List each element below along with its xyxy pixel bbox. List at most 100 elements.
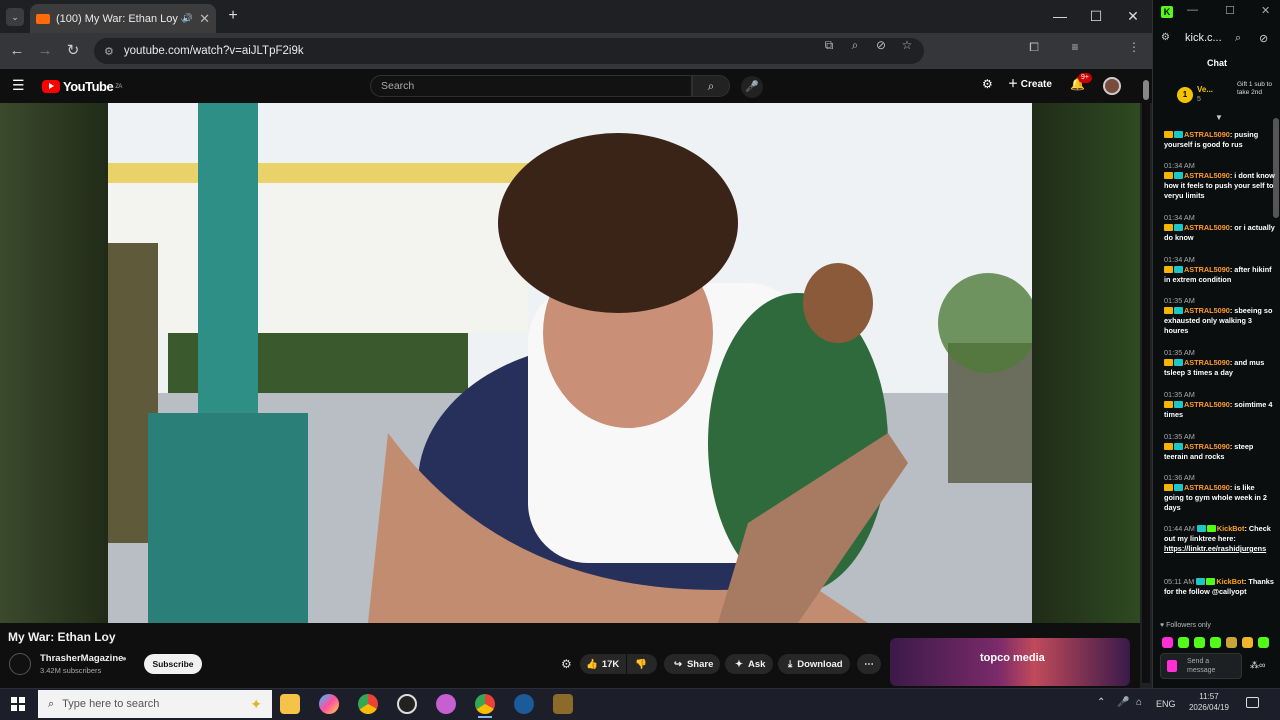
notification-center-icon[interactable] [1246,697,1259,708]
browser-tab-active[interactable]: (100) My War: Ethan Loy - YouTube 🔊 ✕ [30,4,216,33]
video-player[interactable] [108,103,1032,623]
taskbar-search-placeholder: Type here to search [62,698,160,710]
emote-icon-1[interactable] [1162,637,1173,648]
scrollbar-thumb[interactable] [1143,80,1149,100]
kick-settings-icon[interactable]: ⚙ [1161,32,1170,43]
chat-message: 01:35 AM ASTRAL5090: and mus tsleep 3 tim… [1164,348,1276,378]
chat-username[interactable]: ASTRAL5090 [1184,400,1230,409]
chat-link[interactable]: https://linktr.ee/rashidjurgens [1164,544,1276,554]
chat-input[interactable]: Send a message [1160,653,1242,679]
youtube-logo[interactable]: YouTube ZA [42,79,122,94]
close-window-button[interactable]: ✕ [1119,5,1147,27]
sub-badge-icon [1174,443,1183,450]
windows-start-icon[interactable] [11,697,25,711]
address-bar[interactable]: ⚙ youtube.com/watch?v=aiJLTpF2i9k [94,38,924,64]
chat-username[interactable]: ASTRAL5090 [1184,306,1230,315]
microphone-icon[interactable]: 🎤 [741,76,763,98]
search-icon[interactable]: ⌕ [692,75,730,97]
file-explorer-icon[interactable] [280,694,300,714]
bookmark-star-icon[interactable]: ☆ [898,38,916,54]
reload-icon[interactable]: ↻ [62,40,84,62]
speaker-icon[interactable]: 🔊 [182,13,193,24]
channel-avatar[interactable] [9,653,31,675]
ask-button[interactable]: ✦ Ask [725,654,773,674]
zoom-icon[interactable]: ⌕ [846,38,864,54]
forward-icon[interactable]: → [34,40,56,62]
chat-username[interactable]: ASTRAL5090 [1184,223,1230,232]
youtube-search-input[interactable]: Search [370,75,692,97]
emote-icon-4[interactable] [1210,637,1221,648]
extensions-puzzle-icon[interactable]: ⧠ [1025,40,1043,56]
minecraft-icon[interactable] [553,694,573,714]
chat-username[interactable]: ASTRAL5090 [1184,265,1230,274]
new-tab-button[interactable]: + [224,6,242,26]
network-icon[interactable]: ⌂ [1136,697,1142,708]
snipping-tool-icon[interactable] [436,694,456,714]
share-button[interactable]: ↪ Share [664,654,720,674]
kick-maximize-button[interactable]: ☐ [1225,4,1235,17]
chrome-icon[interactable] [358,694,378,714]
sub-badge-icon [1174,224,1183,231]
tab-search-button[interactable]: ⌄ [6,8,24,26]
microphone-tray-icon[interactable]: 🎤 [1117,697,1129,708]
emote-icon-2[interactable] [1178,637,1189,648]
create-button-icon[interactable]: ⚙ [982,77,998,93]
chat-username[interactable]: ASTRAL5090 [1184,483,1230,492]
chat-time: 01:34 AM [1164,161,1195,170]
pinned-user[interactable]: Ve... [1197,85,1213,94]
sub-badge-icon [1174,307,1183,314]
tab-close-icon[interactable]: ✕ [199,11,210,27]
page-scrollbar[interactable] [1142,75,1150,683]
emote-icon-7[interactable] [1258,637,1269,648]
steam-icon[interactable] [514,694,534,714]
minimize-button[interactable]: — [1046,5,1074,27]
channel-name[interactable]: ThrasherMagazine [40,653,123,664]
emote-icon-3[interactable] [1194,637,1205,648]
download-button[interactable]: ⤓ Download [778,654,850,674]
chat-extra-icon[interactable]: ⁂∞ [1250,660,1265,671]
share-icon: ↪ [674,658,682,670]
eye-off-icon[interactable]: ⊘ [872,38,890,54]
browser-menu-icon[interactable]: ⋮ [1125,40,1143,56]
like-count: 17K [601,658,620,670]
more-actions-button[interactable]: ⋯ [857,654,881,674]
kick-eye-off-icon[interactable]: ⊘ [1259,32,1268,45]
emote-icon-6[interactable] [1242,637,1253,648]
clock[interactable]: 11:57 2026/04/19 [1184,691,1234,713]
kick-close-button[interactable]: ✕ [1261,4,1270,17]
language-indicator[interactable]: ENG [1156,699,1176,709]
chat-filter-icon[interactable]: ▼ [1215,113,1223,122]
gift-sub-text[interactable]: Gift 1 sub to take 2nd [1237,81,1273,96]
obs-icon[interactable] [397,694,417,714]
like-button[interactable]: 👍 17K [580,654,626,674]
premium-icon[interactable]: ⚙ [561,657,572,671]
site-info-icon[interactable]: ⚙ [104,45,114,58]
back-icon[interactable]: ← [6,40,28,62]
copilot-icon[interactable] [319,694,339,714]
emoji-icon[interactable] [1167,660,1177,672]
chat-username[interactable]: ASTRAL5090 [1184,130,1230,139]
account-avatar[interactable] [1103,77,1121,95]
create-label: Create [1020,79,1052,90]
media-control-icon[interactable]: ≡ [1066,40,1084,56]
taskbar-search[interactable]: ⌕ Type here to search ✦ [38,690,272,718]
chat-username[interactable]: KickBot [1216,577,1244,586]
chrome-profile-icon[interactable] [475,694,495,714]
dislike-button[interactable]: 👎 [627,654,657,674]
cast-icon[interactable]: ⧉ [820,38,838,54]
hamburger-menu-icon[interactable]: ☰ [12,77,28,93]
kick-zoom-icon[interactable]: ⌕ [1235,32,1241,45]
emote-icon-5[interactable] [1226,637,1237,648]
subscribe-button[interactable]: Subscribe [144,654,202,674]
like-icon: 👍 [586,658,598,670]
chat-username[interactable]: ASTRAL5090 [1184,358,1230,367]
tray-chevron-icon[interactable]: ⌃ [1097,697,1105,708]
chat-username[interactable]: ASTRAL5090 [1184,442,1230,451]
maximize-button[interactable]: ☐ [1082,5,1110,27]
kick-minimize-button[interactable]: — [1187,4,1198,16]
chat-username[interactable]: ASTRAL5090 [1184,171,1230,180]
chat-username[interactable]: KickBot [1217,524,1245,533]
ask-label: Ask [747,658,766,670]
create-button[interactable]: ＋ Create [1008,75,1052,95]
ad-banner[interactable]: topco media [890,638,1130,686]
